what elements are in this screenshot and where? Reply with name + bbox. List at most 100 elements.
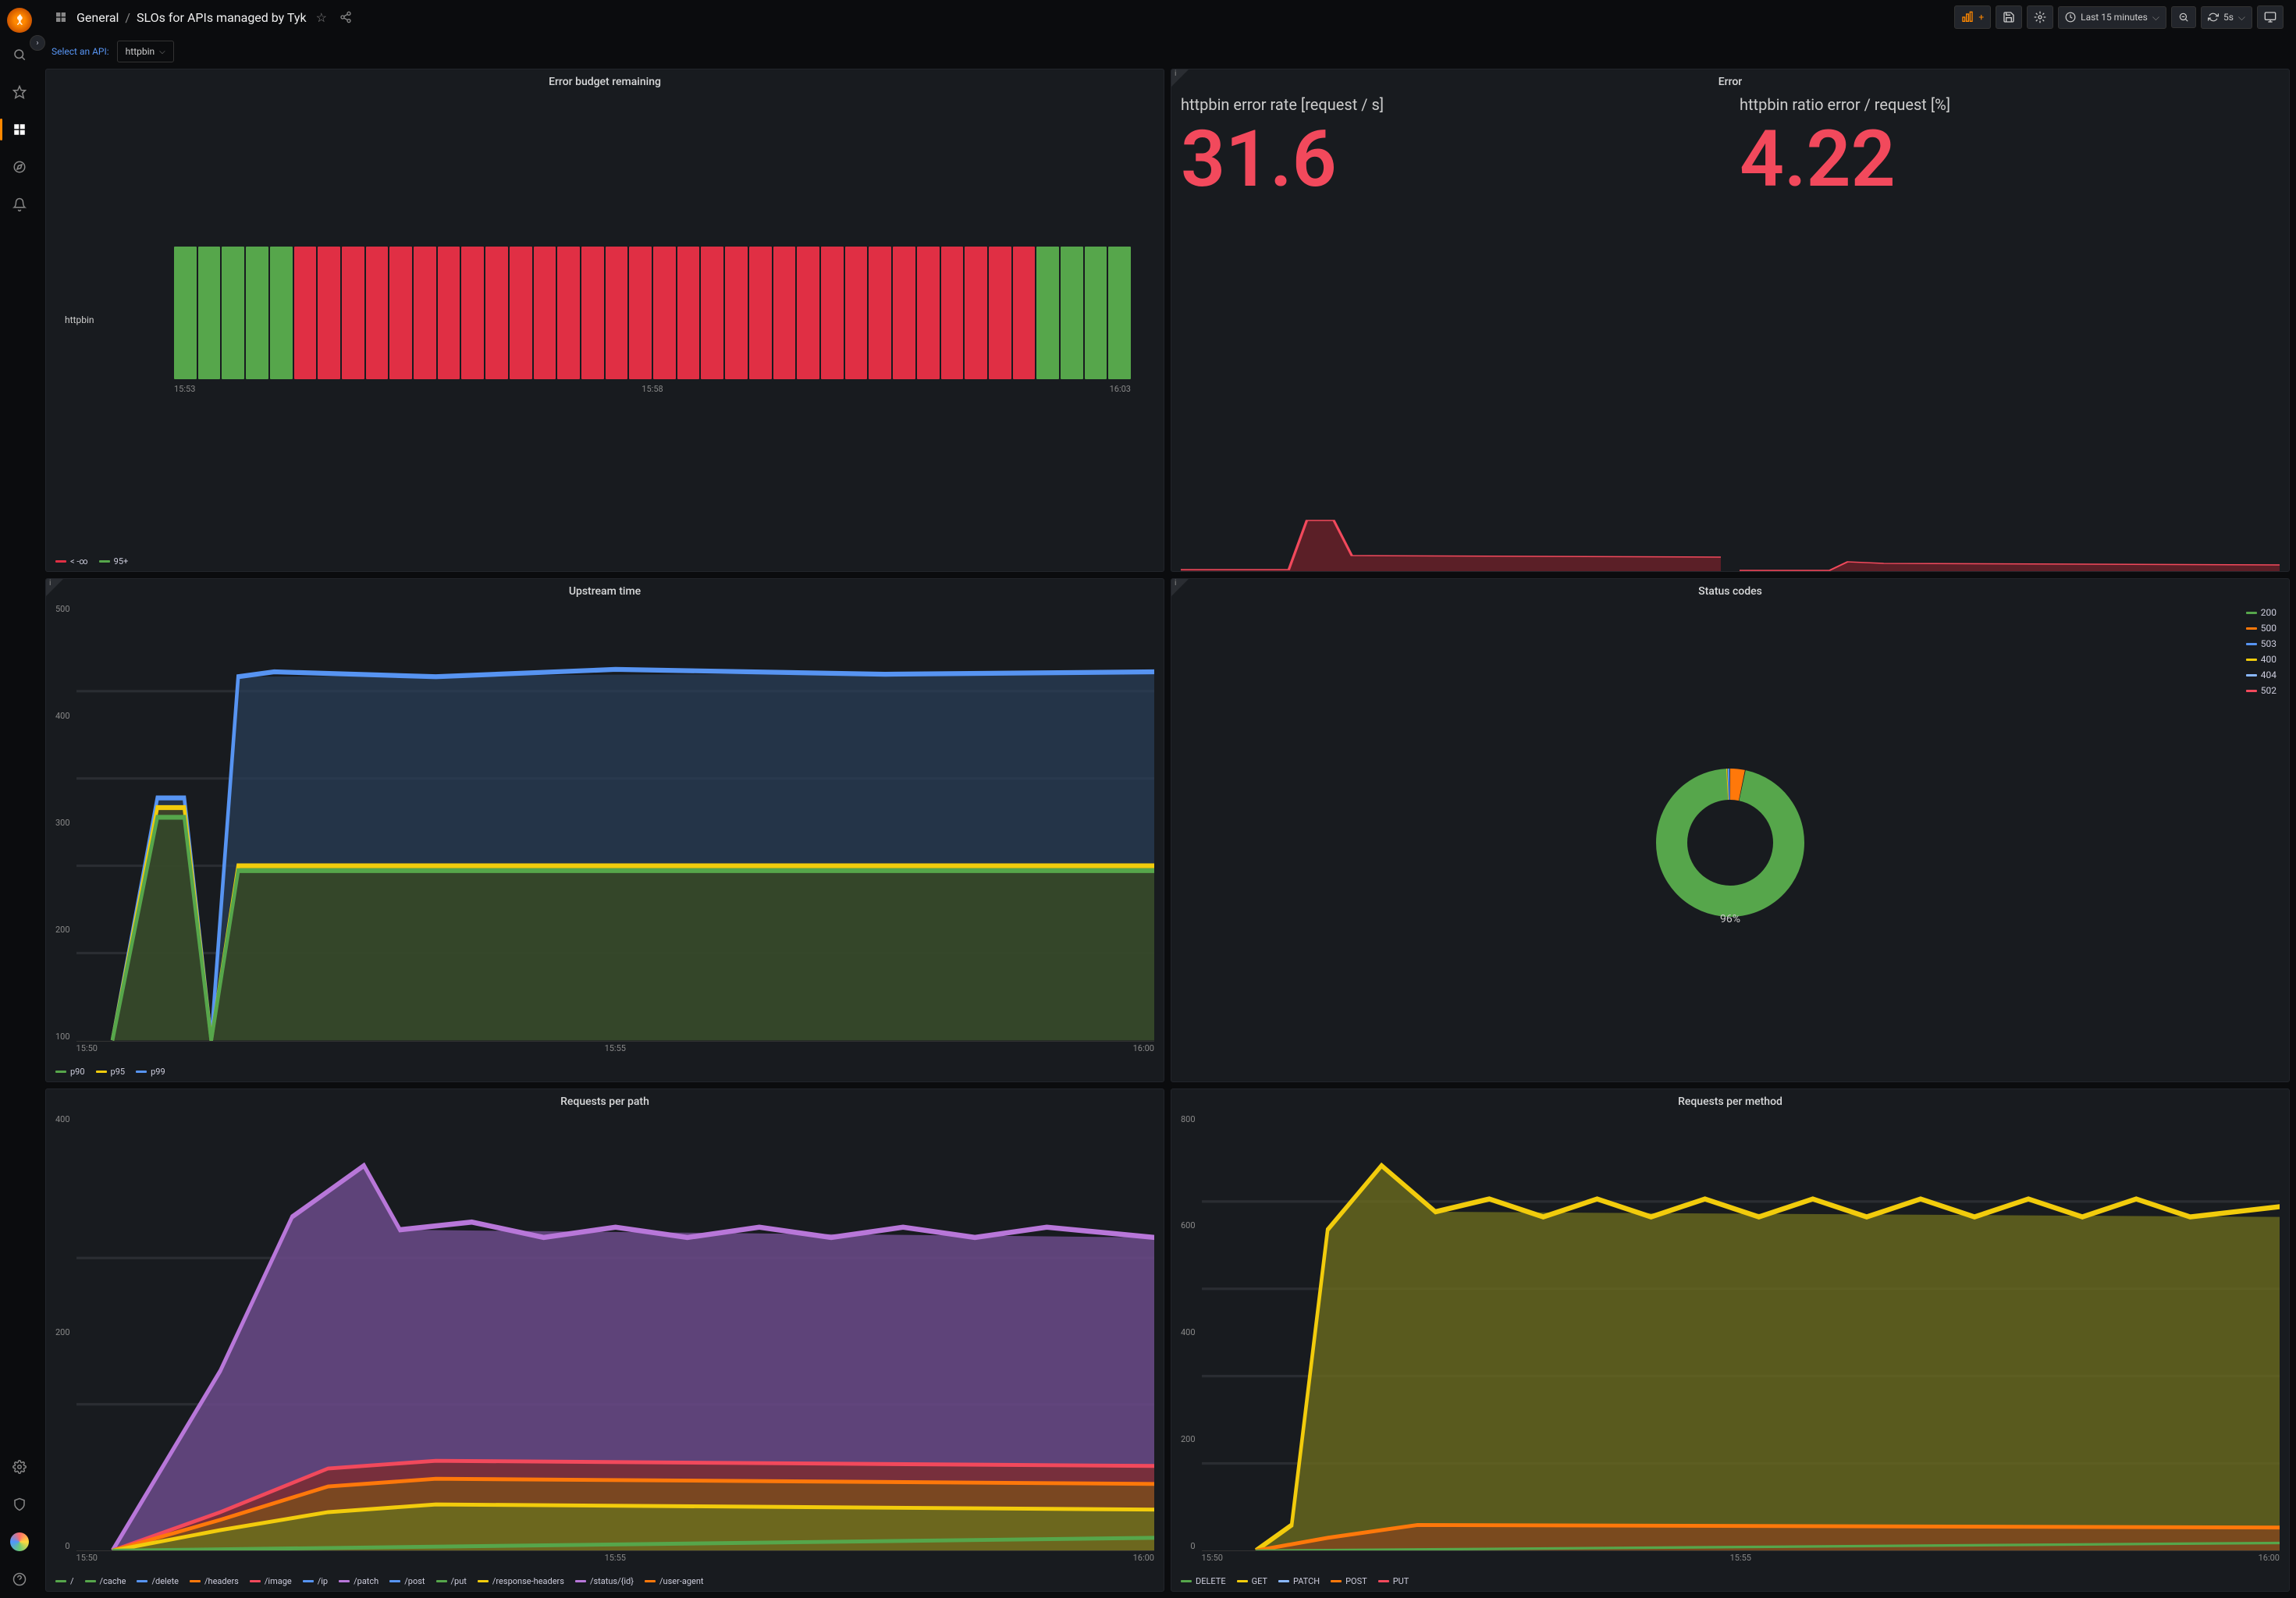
- error-budget-bar[interactable]: [653, 247, 676, 379]
- legend-item[interactable]: < -∞: [55, 556, 88, 566]
- legend-item[interactable]: PATCH: [1278, 1576, 1320, 1586]
- legend-item[interactable]: /put: [436, 1576, 467, 1586]
- error-budget-bar[interactable]: [941, 247, 964, 379]
- error-budget-bar[interactable]: [701, 247, 723, 379]
- legend-item[interactable]: GET: [1237, 1576, 1267, 1586]
- legend-item[interactable]: /user-agent: [645, 1576, 704, 1586]
- grafana-logo[interactable]: [7, 8, 32, 33]
- legend-item[interactable]: 500: [2246, 623, 2276, 634]
- legend-item[interactable]: 95+: [99, 556, 129, 566]
- error-budget-bar[interactable]: [1013, 247, 1036, 379]
- legend-item[interactable]: p95: [96, 1067, 126, 1077]
- settings-icon[interactable]: [5, 1453, 34, 1481]
- error-budget-bar[interactable]: [749, 247, 772, 379]
- api-select[interactable]: httpbin⌵: [117, 41, 174, 62]
- sidebar-expand-button[interactable]: ›: [30, 35, 45, 51]
- error-budget-bar[interactable]: [989, 247, 1011, 379]
- legend-item[interactable]: p90: [55, 1067, 85, 1077]
- error-budget-bar[interactable]: [557, 247, 580, 379]
- error-budget-bar[interactable]: [1061, 247, 1083, 379]
- help-icon[interactable]: [5, 1565, 34, 1593]
- error-budget-bar[interactable]: [773, 247, 796, 379]
- legend-item[interactable]: /status/{id}: [575, 1576, 634, 1586]
- error-budget-bar[interactable]: [917, 247, 940, 379]
- breadcrumb-dashboard[interactable]: SLOs for APIs managed by Tyk: [137, 10, 307, 25]
- upstream-chart[interactable]: [76, 604, 1154, 1041]
- breadcrumb-folder[interactable]: General: [76, 10, 119, 25]
- error-budget-bars[interactable]: [112, 247, 1154, 379]
- star-icon[interactable]: [5, 78, 34, 106]
- error-budget-bar[interactable]: [246, 247, 268, 379]
- share-icon[interactable]: [336, 8, 355, 27]
- legend-item[interactable]: 502: [2246, 685, 2276, 696]
- error-budget-bar[interactable]: [366, 247, 389, 379]
- dashboards-icon[interactable]: [5, 115, 34, 144]
- error-budget-bar[interactable]: [629, 247, 652, 379]
- legend-item[interactable]: /ip: [303, 1576, 328, 1586]
- error-budget-bar[interactable]: [438, 247, 460, 379]
- error-budget-bar[interactable]: [294, 247, 317, 379]
- error-budget-bar[interactable]: [677, 247, 700, 379]
- legend-item[interactable]: PUT: [1378, 1576, 1409, 1586]
- legend-item[interactable]: /post: [389, 1576, 425, 1586]
- error-budget-bar[interactable]: [1085, 247, 1107, 379]
- req-path-chart[interactable]: [76, 1114, 1154, 1551]
- error-budget-bar[interactable]: [725, 247, 748, 379]
- add-panel-button[interactable]: +: [1954, 5, 1991, 29]
- legend-item[interactable]: p99: [136, 1067, 165, 1077]
- error-rate-value: 31.6: [1181, 121, 1721, 199]
- error-budget-bar[interactable]: [1108, 247, 1131, 379]
- legend-item[interactable]: /cache: [85, 1576, 126, 1586]
- save-button[interactable]: [1996, 5, 2022, 29]
- legend-item[interactable]: 503: [2246, 638, 2276, 649]
- alerting-icon[interactable]: [5, 190, 34, 218]
- explore-icon[interactable]: [5, 153, 34, 181]
- error-budget-bar[interactable]: [1036, 247, 1059, 379]
- error-budget-bar[interactable]: [821, 247, 844, 379]
- error-budget-bar[interactable]: [581, 247, 604, 379]
- error-budget-bar[interactable]: [797, 247, 819, 379]
- error-budget-bar[interactable]: [198, 247, 221, 379]
- legend-item[interactable]: /delete: [137, 1576, 179, 1586]
- error-budget-bar[interactable]: [342, 247, 364, 379]
- legend-item[interactable]: /image: [250, 1576, 292, 1586]
- error-budget-bar[interactable]: [869, 247, 891, 379]
- status-donut-chart[interactable]: 96%: [1652, 765, 1808, 921]
- error-budget-bar[interactable]: [318, 247, 340, 379]
- error-budget-bar[interactable]: [606, 247, 628, 379]
- legend-item[interactable]: /: [55, 1576, 74, 1586]
- legend-item[interactable]: /headers: [190, 1576, 239, 1586]
- legend-item[interactable]: 400: [2246, 654, 2276, 665]
- error-budget-bar[interactable]: [485, 247, 508, 379]
- panel-status-codes: i Status codes 96% 200500503400404502: [1171, 578, 2290, 1081]
- zoom-out-button[interactable]: [2171, 6, 2196, 28]
- error-budget-bar[interactable]: [174, 247, 197, 379]
- error-budget-bar[interactable]: [270, 247, 293, 379]
- error-rate-label: httpbin error rate [request / s]: [1181, 94, 1721, 115]
- admin-icon[interactable]: [5, 1490, 34, 1518]
- panel-error: i Error httpbin error rate [request / s]…: [1171, 69, 2290, 572]
- req-method-chart[interactable]: [1202, 1114, 2280, 1551]
- error-budget-bar[interactable]: [534, 247, 556, 379]
- settings-button[interactable]: [2027, 5, 2053, 29]
- refresh-button[interactable]: 5s⌵: [2201, 6, 2252, 29]
- error-budget-bar[interactable]: [222, 247, 244, 379]
- error-budget-bar[interactable]: [845, 247, 868, 379]
- error-budget-bar[interactable]: [893, 247, 915, 379]
- tv-mode-button[interactable]: [2257, 5, 2284, 29]
- legend-item[interactable]: DELETE: [1181, 1576, 1226, 1586]
- legend-item[interactable]: 200: [2246, 607, 2276, 618]
- panel-grid-icon[interactable]: [52, 8, 70, 27]
- error-budget-bar[interactable]: [414, 247, 436, 379]
- error-budget-bar[interactable]: [510, 247, 532, 379]
- legend-item[interactable]: POST: [1331, 1576, 1367, 1586]
- user-avatar[interactable]: [5, 1528, 34, 1556]
- time-range-picker[interactable]: Last 15 minutes⌵: [2058, 6, 2166, 29]
- error-budget-bar[interactable]: [461, 247, 484, 379]
- legend-item[interactable]: /patch: [339, 1576, 379, 1586]
- error-budget-bar[interactable]: [965, 247, 987, 379]
- star-icon[interactable]: ☆: [313, 7, 330, 28]
- legend-item[interactable]: 404: [2246, 669, 2276, 680]
- error-budget-bar[interactable]: [389, 247, 412, 379]
- legend-item[interactable]: /response-headers: [478, 1576, 564, 1586]
